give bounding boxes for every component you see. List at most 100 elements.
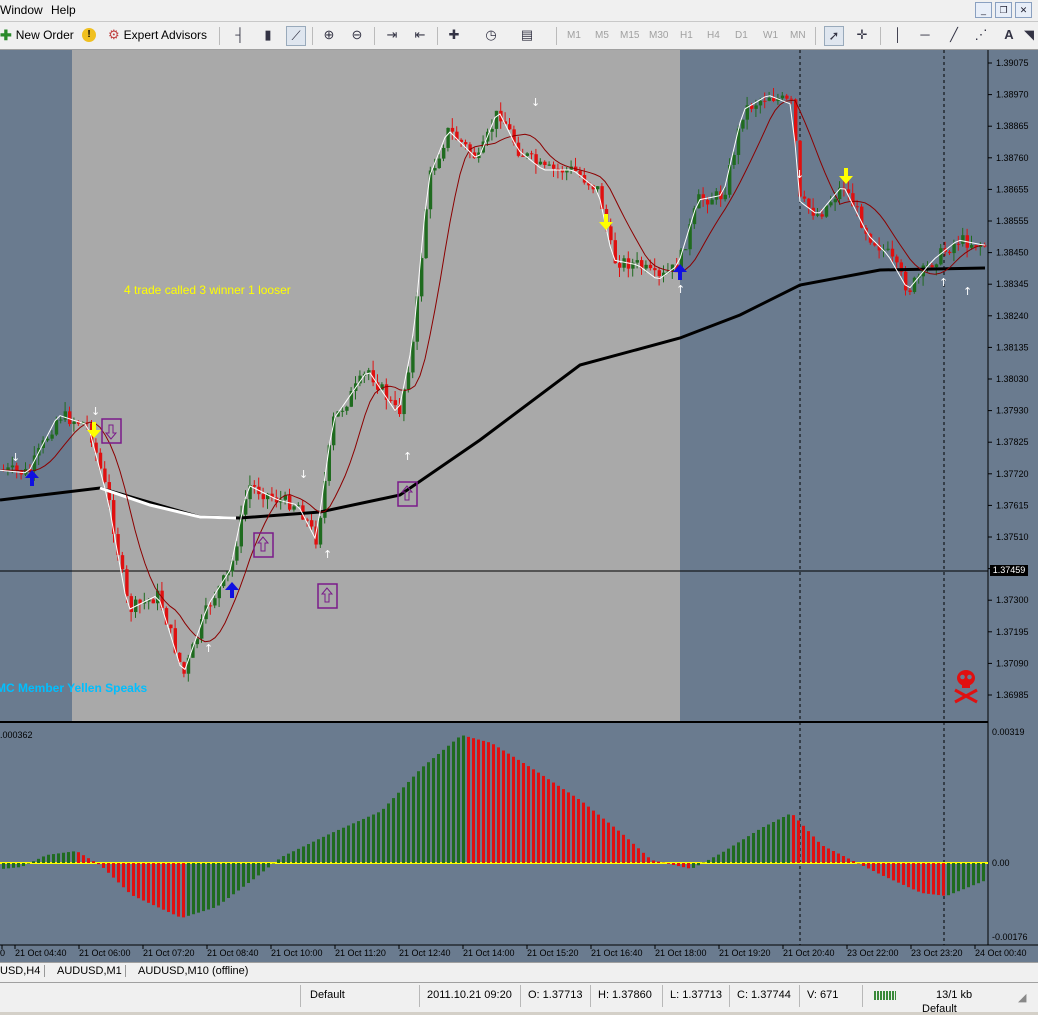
candle-body [728, 165, 731, 195]
candle-body [411, 342, 414, 373]
histogram-bar [412, 777, 415, 863]
timeframe-m1[interactable]: M1 [567, 30, 581, 41]
expert-advisors-button[interactable]: ⚙ Expert Advisors [108, 25, 207, 45]
candle-body [213, 598, 216, 605]
vertical-line-icon[interactable]: │ [889, 26, 907, 44]
timeframe-m15[interactable]: M15 [620, 30, 639, 41]
candle-body [218, 586, 221, 598]
histogram-bar [292, 851, 295, 863]
histogram-bar [817, 842, 820, 863]
histogram-bar [242, 863, 245, 887]
histogram-bar [22, 863, 25, 866]
status-separator [590, 985, 591, 1007]
clock-icon[interactable]: ◷ [482, 26, 500, 44]
menu-window[interactable]: Window [0, 3, 43, 17]
histogram-bar [712, 857, 715, 863]
candle-body [939, 248, 942, 264]
candle-body [829, 202, 832, 205]
timeframe-m30[interactable]: M30 [649, 30, 668, 41]
cursor-icon[interactable]: ➚ [824, 26, 844, 46]
indicators-icon[interactable]: ✚ [445, 26, 463, 44]
histogram-bar [782, 817, 785, 863]
candle-body [913, 278, 916, 292]
timeframe-mn[interactable]: MN [790, 30, 806, 41]
auto-scroll-icon[interactable]: ⇤ [411, 26, 429, 44]
histogram-bar [837, 854, 840, 864]
candlestick-icon[interactable]: ▮ [259, 26, 277, 44]
histogram-bar [237, 863, 240, 891]
close-button[interactable]: ✕ [1015, 2, 1032, 18]
price-tick-label: 1.38240 [996, 311, 1029, 321]
restore-button[interactable]: ❐ [995, 2, 1012, 18]
menu-help[interactable]: Help [51, 3, 76, 17]
histogram-bar [287, 854, 290, 863]
histogram-bar [322, 837, 325, 863]
histogram-bar [342, 828, 345, 863]
alert-button[interactable]: ! [82, 25, 96, 45]
histogram-bar [567, 792, 570, 863]
candle-body [895, 257, 898, 263]
histogram-bar [167, 863, 170, 912]
status-low: L: 1.37713 [670, 989, 722, 1001]
label-tool-icon[interactable]: ◥ [1020, 26, 1038, 44]
bar-chart-icon[interactable]: ┤ [231, 26, 249, 44]
candle-body [790, 99, 793, 100]
histogram-bar [857, 863, 860, 864]
histogram-bar [537, 773, 540, 863]
price-tick-label: 1.38865 [996, 121, 1029, 131]
candle-body [970, 245, 973, 248]
histogram-bar [622, 835, 625, 863]
histogram-bar [527, 766, 530, 863]
timeframe-m5[interactable]: M5 [595, 30, 609, 41]
line-chart-icon[interactable]: ⟋ [286, 26, 306, 46]
candle-body [169, 625, 172, 629]
minimize-button[interactable]: _ [975, 2, 992, 18]
crosshair-icon[interactable]: ✛ [853, 26, 871, 44]
price-tick-label: 1.38030 [996, 374, 1029, 384]
histogram-bar [922, 863, 925, 893]
menu-bar: Window Help _ ❐ ✕ [0, 0, 1038, 22]
timeframe-w1[interactable]: W1 [763, 30, 778, 41]
histogram-bar [522, 763, 525, 863]
timeframe-h4[interactable]: H4 [707, 30, 720, 41]
histogram-bar [152, 863, 155, 905]
resize-grip-icon[interactable]: ◢ [1018, 991, 1026, 1004]
histogram-bar [492, 744, 495, 863]
candle-body [539, 162, 542, 165]
price-chart[interactable]: ↓ ↓ ↑ ↓ ↑ ↑ ↓ ↑ ↓ ↑ ↑ 4 trade called 3 w… [0, 50, 1038, 962]
histogram-bar [952, 863, 955, 893]
candle-body [433, 168, 436, 170]
tab-usd-h4[interactable]: USD,H4 [0, 965, 40, 977]
new-order-button[interactable]: ✚ New Order [0, 25, 74, 45]
histogram-bar [352, 823, 355, 863]
histogram-bar [707, 860, 710, 863]
histogram-bar [207, 863, 210, 910]
timeframe-d1[interactable]: D1 [735, 30, 748, 41]
text-tool-icon[interactable]: A [1000, 26, 1018, 44]
histogram-bar [792, 815, 795, 863]
histogram-bar [862, 863, 865, 866]
templates-icon[interactable]: ▤ [518, 26, 536, 44]
toolbar-separator [312, 27, 313, 45]
candle-body [684, 249, 687, 250]
histogram-bar [102, 863, 105, 868]
zoom-in-icon[interactable]: ⊕ [320, 26, 338, 44]
candle-body [618, 263, 621, 268]
candle-body [116, 534, 119, 555]
candle-body [262, 494, 265, 499]
candle-body [103, 469, 106, 483]
small-up-arrow: ↑ [676, 283, 685, 296]
chart-shift-icon[interactable]: ⇥ [383, 26, 401, 44]
zoom-out-icon[interactable]: ⊖ [348, 26, 366, 44]
horizontal-line-icon[interactable]: ─ [916, 26, 934, 44]
histogram-bar [937, 863, 940, 895]
price-tick-label: 1.37510 [996, 532, 1029, 542]
trendline-icon[interactable]: ╱ [945, 26, 963, 44]
candle-body [763, 101, 766, 102]
channel-icon[interactable]: ⋰ [972, 26, 990, 44]
tab-audusd-m1[interactable]: AUDUSD,M1 [44, 965, 122, 977]
tab-audusd-m10[interactable]: AUDUSD,M10 (offline) [125, 965, 248, 977]
timeframe-h1[interactable]: H1 [680, 30, 693, 41]
histogram-bar [932, 863, 935, 894]
candle-body [464, 142, 467, 144]
